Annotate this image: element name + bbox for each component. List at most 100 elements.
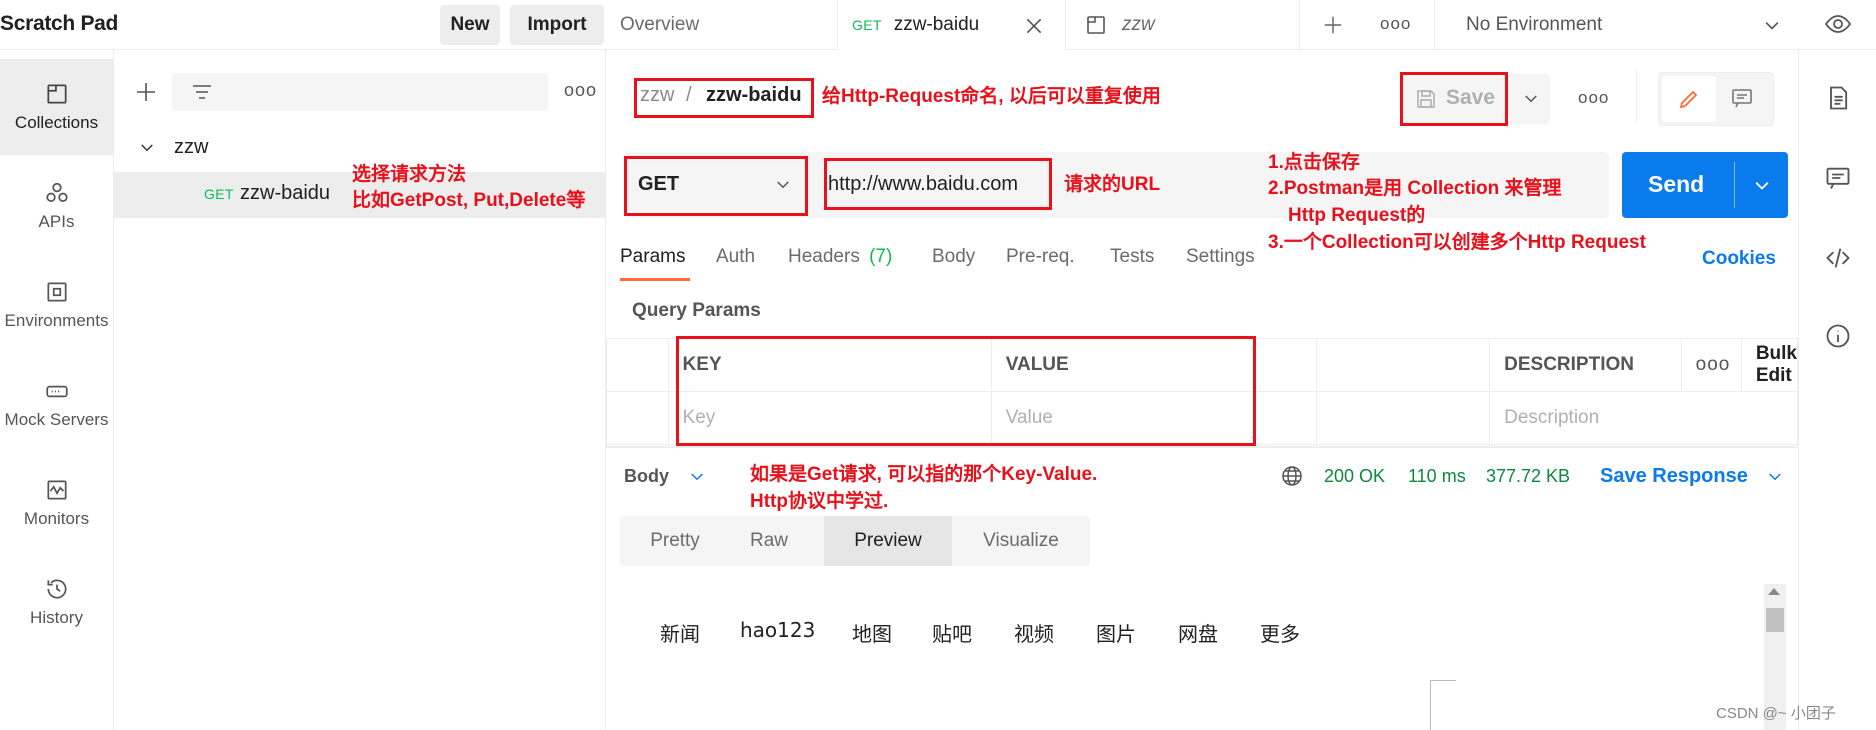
- comments-rail-icon[interactable]: [1824, 164, 1852, 192]
- documentation-icon[interactable]: [1824, 84, 1852, 112]
- tab-settings[interactable]: Settings: [1186, 246, 1255, 268]
- sidebar-item-label: Collections: [14, 113, 99, 132]
- sidebar-item-label: APIs: [38, 212, 75, 231]
- scroll-up-arrow-icon[interactable]: [1768, 588, 1780, 595]
- bulk-edit-button[interactable]: Bulk Edit: [1740, 338, 1799, 392]
- annotation-box-params: [676, 336, 1256, 446]
- sidebar-item-label: Environments: [4, 311, 109, 330]
- response-body-label[interactable]: Body: [624, 466, 669, 487]
- add-collection-icon[interactable]: [134, 80, 158, 104]
- tab-params[interactable]: Params: [620, 246, 685, 268]
- column-value-spacer: [1315, 338, 1491, 392]
- watermark: CSDN @~ 小团子: [1716, 705, 1836, 722]
- table-more-icon[interactable]: ooo: [1680, 338, 1742, 392]
- response-view-tabs: Pretty Raw Preview Visualize: [620, 516, 1090, 566]
- tab-headers-label: Headers: [788, 246, 860, 267]
- divider: [1734, 162, 1735, 208]
- response-size[interactable]: 377.72 KB: [1486, 466, 1570, 487]
- save-response-button[interactable]: Save Response: [1600, 465, 1748, 488]
- response-time[interactable]: 110 ms: [1408, 466, 1466, 487]
- import-button[interactable]: Import: [510, 5, 604, 45]
- new-tab-icon[interactable]: [1322, 14, 1344, 36]
- monitors-icon: [46, 480, 67, 500]
- checkbox-column: [606, 338, 669, 392]
- params-active-indicator: [620, 278, 690, 281]
- preview-link[interactable]: hao123: [740, 618, 815, 642]
- comments-icon[interactable]: [1730, 86, 1754, 110]
- preview-link[interactable]: 图片: [1096, 618, 1136, 647]
- request-more-icon[interactable]: ooo: [1578, 88, 1609, 108]
- environment-select[interactable]: No Environment: [1466, 14, 1602, 36]
- query-params-title: Query Params: [632, 300, 761, 321]
- mock-servers-icon: [45, 385, 68, 398]
- view-tab-raw[interactable]: Raw: [730, 516, 808, 566]
- divider: [606, 446, 1798, 448]
- annotation-box-method: [624, 156, 808, 216]
- annotation-name-note: 给Http-Request命名, 以后可以重复使用: [822, 86, 1161, 107]
- annotation-save-note-2: 2.Postman是用 Collection 来管理: [1268, 178, 1562, 199]
- headers-count-badge: (7): [869, 246, 893, 267]
- annotation-method-note-2: 比如GetPost, Put,Delete等: [352, 190, 586, 211]
- sidebar-item-environments[interactable]: Environments: [0, 257, 113, 353]
- tab-headers[interactable]: Headers (7): [788, 246, 892, 268]
- view-tab-visualize[interactable]: Visualize: [952, 516, 1090, 566]
- sidebar-item-apis[interactable]: APIs: [0, 158, 113, 254]
- eye-icon[interactable]: [1824, 12, 1852, 36]
- tab-zzw[interactable]: zzw: [1066, 0, 1300, 50]
- sidebar-rail: Collections APIs Environments Mock Serve…: [0, 50, 114, 730]
- environment-chevron-icon[interactable]: [1762, 16, 1782, 36]
- sidebar-item-history[interactable]: History: [0, 554, 113, 650]
- tree-more-icon[interactable]: ooo: [564, 80, 597, 101]
- scrollbar-thumb[interactable]: [1766, 608, 1784, 632]
- tab-body[interactable]: Body: [932, 246, 975, 268]
- send-button-label: Send: [1648, 171, 1705, 197]
- workspace-title: Scratch Pad: [0, 12, 119, 35]
- preview-link[interactable]: 地图: [852, 618, 892, 647]
- checkbox-cell: [606, 391, 669, 445]
- tab-prereq[interactable]: Pre-req.: [1006, 246, 1075, 268]
- view-tab-preview[interactable]: Preview: [824, 516, 952, 566]
- sidebar-item-monitors[interactable]: Monitors: [0, 455, 113, 551]
- view-tab-pretty[interactable]: Pretty: [620, 516, 730, 566]
- code-icon[interactable]: [1824, 244, 1852, 272]
- filter-input[interactable]: [172, 73, 548, 111]
- save-response-chevron-icon[interactable]: [1766, 468, 1784, 486]
- response-status[interactable]: 200 OK: [1324, 466, 1385, 487]
- cookies-link[interactable]: Cookies: [1702, 248, 1776, 270]
- preview-link[interactable]: 视频: [1014, 618, 1054, 647]
- annotation-box-url: [824, 158, 1052, 210]
- description-input[interactable]: Description: [1489, 391, 1798, 445]
- close-tab-icon[interactable]: [1024, 16, 1044, 36]
- collection-name[interactable]: zzw: [174, 136, 208, 159]
- tab-tests[interactable]: Tests: [1110, 246, 1154, 268]
- edit-pencil-icon[interactable]: [1662, 76, 1716, 122]
- collections-icon: [46, 84, 67, 104]
- tabs-more-icon[interactable]: ooo: [1380, 14, 1411, 34]
- sidebar-item-label: Monitors: [23, 509, 90, 528]
- preview-link[interactable]: 网盘: [1178, 618, 1218, 647]
- annotation-save-note-4: 3.一个Collection可以创建多个Http Request: [1268, 232, 1646, 253]
- globe-icon[interactable]: [1280, 464, 1304, 488]
- new-button[interactable]: New: [440, 5, 500, 45]
- request-method-badge: GET: [204, 186, 234, 202]
- preview-link[interactable]: 更多: [1260, 618, 1300, 647]
- sidebar-item-mock-servers[interactable]: Mock Servers: [0, 356, 113, 452]
- divider: [1434, 0, 1435, 50]
- preview-link[interactable]: 新闻: [660, 618, 700, 647]
- filter-icon[interactable]: [190, 80, 214, 104]
- preview-link[interactable]: 贴吧: [932, 618, 972, 647]
- save-dropdown-chevron-icon[interactable]: [1522, 90, 1540, 108]
- tab-overview[interactable]: Overview: [606, 0, 838, 50]
- tab-auth[interactable]: Auth: [716, 246, 755, 268]
- send-button[interactable]: Send: [1622, 152, 1788, 218]
- value-spacer-cell: [1315, 391, 1491, 445]
- sidebar-item-collections[interactable]: Collections: [0, 59, 113, 155]
- tab-method-badge: GET: [852, 17, 882, 33]
- request-name[interactable]: zzw-baidu: [240, 182, 330, 205]
- annotation-save-note-3: Http Request的: [1288, 205, 1426, 226]
- response-body-chevron-icon[interactable]: [688, 468, 706, 486]
- tab-label: Overview: [620, 14, 700, 35]
- chevron-down-icon[interactable]: [138, 139, 156, 157]
- send-dropdown-chevron-icon[interactable]: [1752, 176, 1772, 196]
- info-icon[interactable]: [1824, 322, 1852, 350]
